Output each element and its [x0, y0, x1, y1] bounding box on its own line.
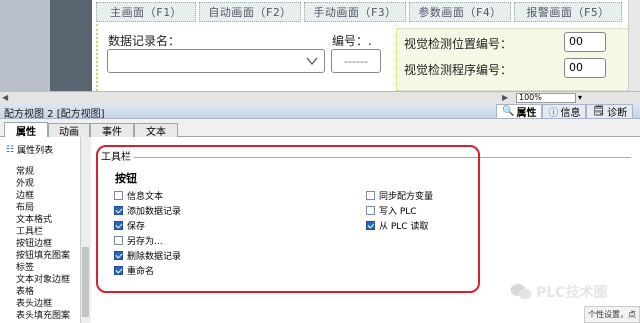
property-tree: ☷ 属性列表 常规 外观 边框 布局 文本格式 工具栏 按钮边框 按钮填充图案 … [0, 137, 90, 323]
watermark-text: PLC技术圈 [536, 285, 608, 301]
checkbox[interactable] [114, 251, 123, 260]
property-list-header-label: 属性列表 [17, 146, 54, 156]
vision-position-field[interactable]: 00 [564, 32, 606, 52]
nav-button-params[interactable]: 参数画面（F4） [409, 2, 511, 22]
record-name-label: 数据记录名： [108, 34, 181, 48]
vertical-scrollbar[interactable] [628, 0, 640, 91]
plc-button-option[interactable]: 同步配方变量 [366, 189, 433, 202]
checkbox[interactable] [114, 191, 123, 200]
tab-properties-label: 属性 [516, 108, 537, 119]
inspector-view-tabs: 🔍 属性 ⓘ 信息 🗒 诊断 [496, 104, 634, 120]
checkbox[interactable] [366, 221, 375, 230]
zoom-select[interactable]: 100% [516, 93, 576, 103]
tab-diagnostics-view[interactable]: 🗒 诊断 [586, 104, 634, 119]
info-icon: ⓘ [548, 108, 559, 119]
watermark: PLC技术圈 [510, 282, 607, 302]
number-field[interactable]: ------ [331, 49, 381, 73]
plc-button-option[interactable]: 写入 PLC [366, 204, 417, 217]
toolbar-button-option[interactable]: 另存为... [114, 234, 163, 247]
nav-button-main[interactable]: 主画面（F1） [96, 2, 196, 22]
tab-diagnostics-label: 诊断 [607, 108, 628, 119]
tab-info-view[interactable]: ⓘ 信息 [542, 104, 587, 119]
checkbox[interactable] [114, 206, 123, 215]
toolbar-button-option[interactable]: 重命名 [114, 264, 154, 277]
number-label: 编号：. [332, 34, 372, 48]
inspector-tabs: 属性 动画 事件 文本 [0, 120, 640, 138]
nav-button-manual[interactable]: 手动画面（F3） [304, 2, 406, 22]
checkbox-label: 删除数据记录 [127, 252, 182, 262]
scroll-left-icon[interactable]: ◀ [2, 93, 8, 102]
nav-button-alarm[interactable]: 报警画面（F5） [514, 2, 622, 22]
toolbar-button-option[interactable]: 删除数据记录 [114, 249, 181, 262]
tree-item-header-fill[interactable]: 表头填充图案 [16, 308, 70, 321]
checkbox[interactable] [114, 221, 123, 230]
nav-button-auto[interactable]: 自动画面（F2） [199, 2, 301, 22]
hmi-nav-bar: 主画面（F1） 自动画面（F2） 手动画面（F3） 参数画面（F4） 报警画面（… [96, 2, 636, 24]
tab-info-label: 信息 [560, 108, 581, 119]
list-icon: ☷ [6, 144, 15, 155]
toolbar-button-option[interactable]: 保存 [114, 219, 145, 232]
tab-properties[interactable]: 属性 [4, 122, 48, 138]
vision-program-field[interactable]: 00 [564, 58, 606, 78]
tab-animation[interactable]: 动画 [48, 123, 90, 138]
diagnostics-icon: 🗒 [592, 106, 606, 117]
tree-scrollbar[interactable] [80, 137, 90, 323]
checkbox-label: 同步配方变量 [379, 192, 434, 202]
plc-button-option[interactable]: 从 PLC 读取 [366, 219, 428, 232]
checkbox-label: 重命名 [127, 267, 155, 277]
checkbox-label: 信息文本 [127, 192, 164, 202]
hmi-screen-canvas: 主画面（F1） 自动画面（F2） 手动画面（F3） 参数画面（F4） 报警画面（… [0, 0, 640, 91]
buttons-section-header: 按钮 [115, 172, 137, 185]
checkbox-label: 写入 PLC [379, 207, 417, 217]
scroll-right-icon[interactable]: ▶ [502, 93, 508, 102]
vision-program-label: 视觉检测程序编号： [404, 63, 513, 77]
tree-scroll-thumb[interactable] [82, 247, 89, 317]
checkbox-label: 保存 [127, 222, 146, 232]
personalize-tip: 个性设置，点我 [584, 306, 640, 323]
toolbar-button-option[interactable]: 信息文本 [114, 189, 163, 202]
inspector-title: 配方视图 2 [配方视图] [4, 109, 105, 120]
properties-icon: 🔍 [502, 106, 515, 117]
chevron-down-icon [306, 57, 318, 66]
zoom-dropdown-icon[interactable]: ▾ [578, 93, 582, 102]
tab-events[interactable]: 事件 [90, 123, 134, 138]
horizontal-scrollbar[interactable]: ◀ ▶ 100% ▾ [0, 91, 640, 103]
screen-margin-strip [0, 0, 50, 91]
checkbox-label: 添加数据记录 [127, 207, 182, 217]
checkbox[interactable] [114, 266, 123, 275]
screen-side-panel [50, 0, 92, 91]
checkbox[interactable] [366, 191, 375, 200]
wechat-icon [510, 284, 532, 300]
tab-properties-view[interactable]: 🔍 属性 [496, 104, 543, 119]
vision-position-label: 视觉检测位置编号： [404, 37, 513, 51]
checkbox[interactable] [366, 206, 375, 215]
checkbox-label: 从 PLC 读取 [379, 222, 429, 232]
checkbox[interactable] [114, 236, 123, 245]
toolbar-button-option[interactable]: 添加数据记录 [114, 204, 181, 217]
property-list-header: ☷ 属性列表 [6, 143, 54, 157]
tab-texts[interactable]: 文本 [134, 123, 178, 138]
record-name-dropdown[interactable] [107, 49, 325, 73]
checkbox-label: 另存为... [127, 237, 163, 247]
